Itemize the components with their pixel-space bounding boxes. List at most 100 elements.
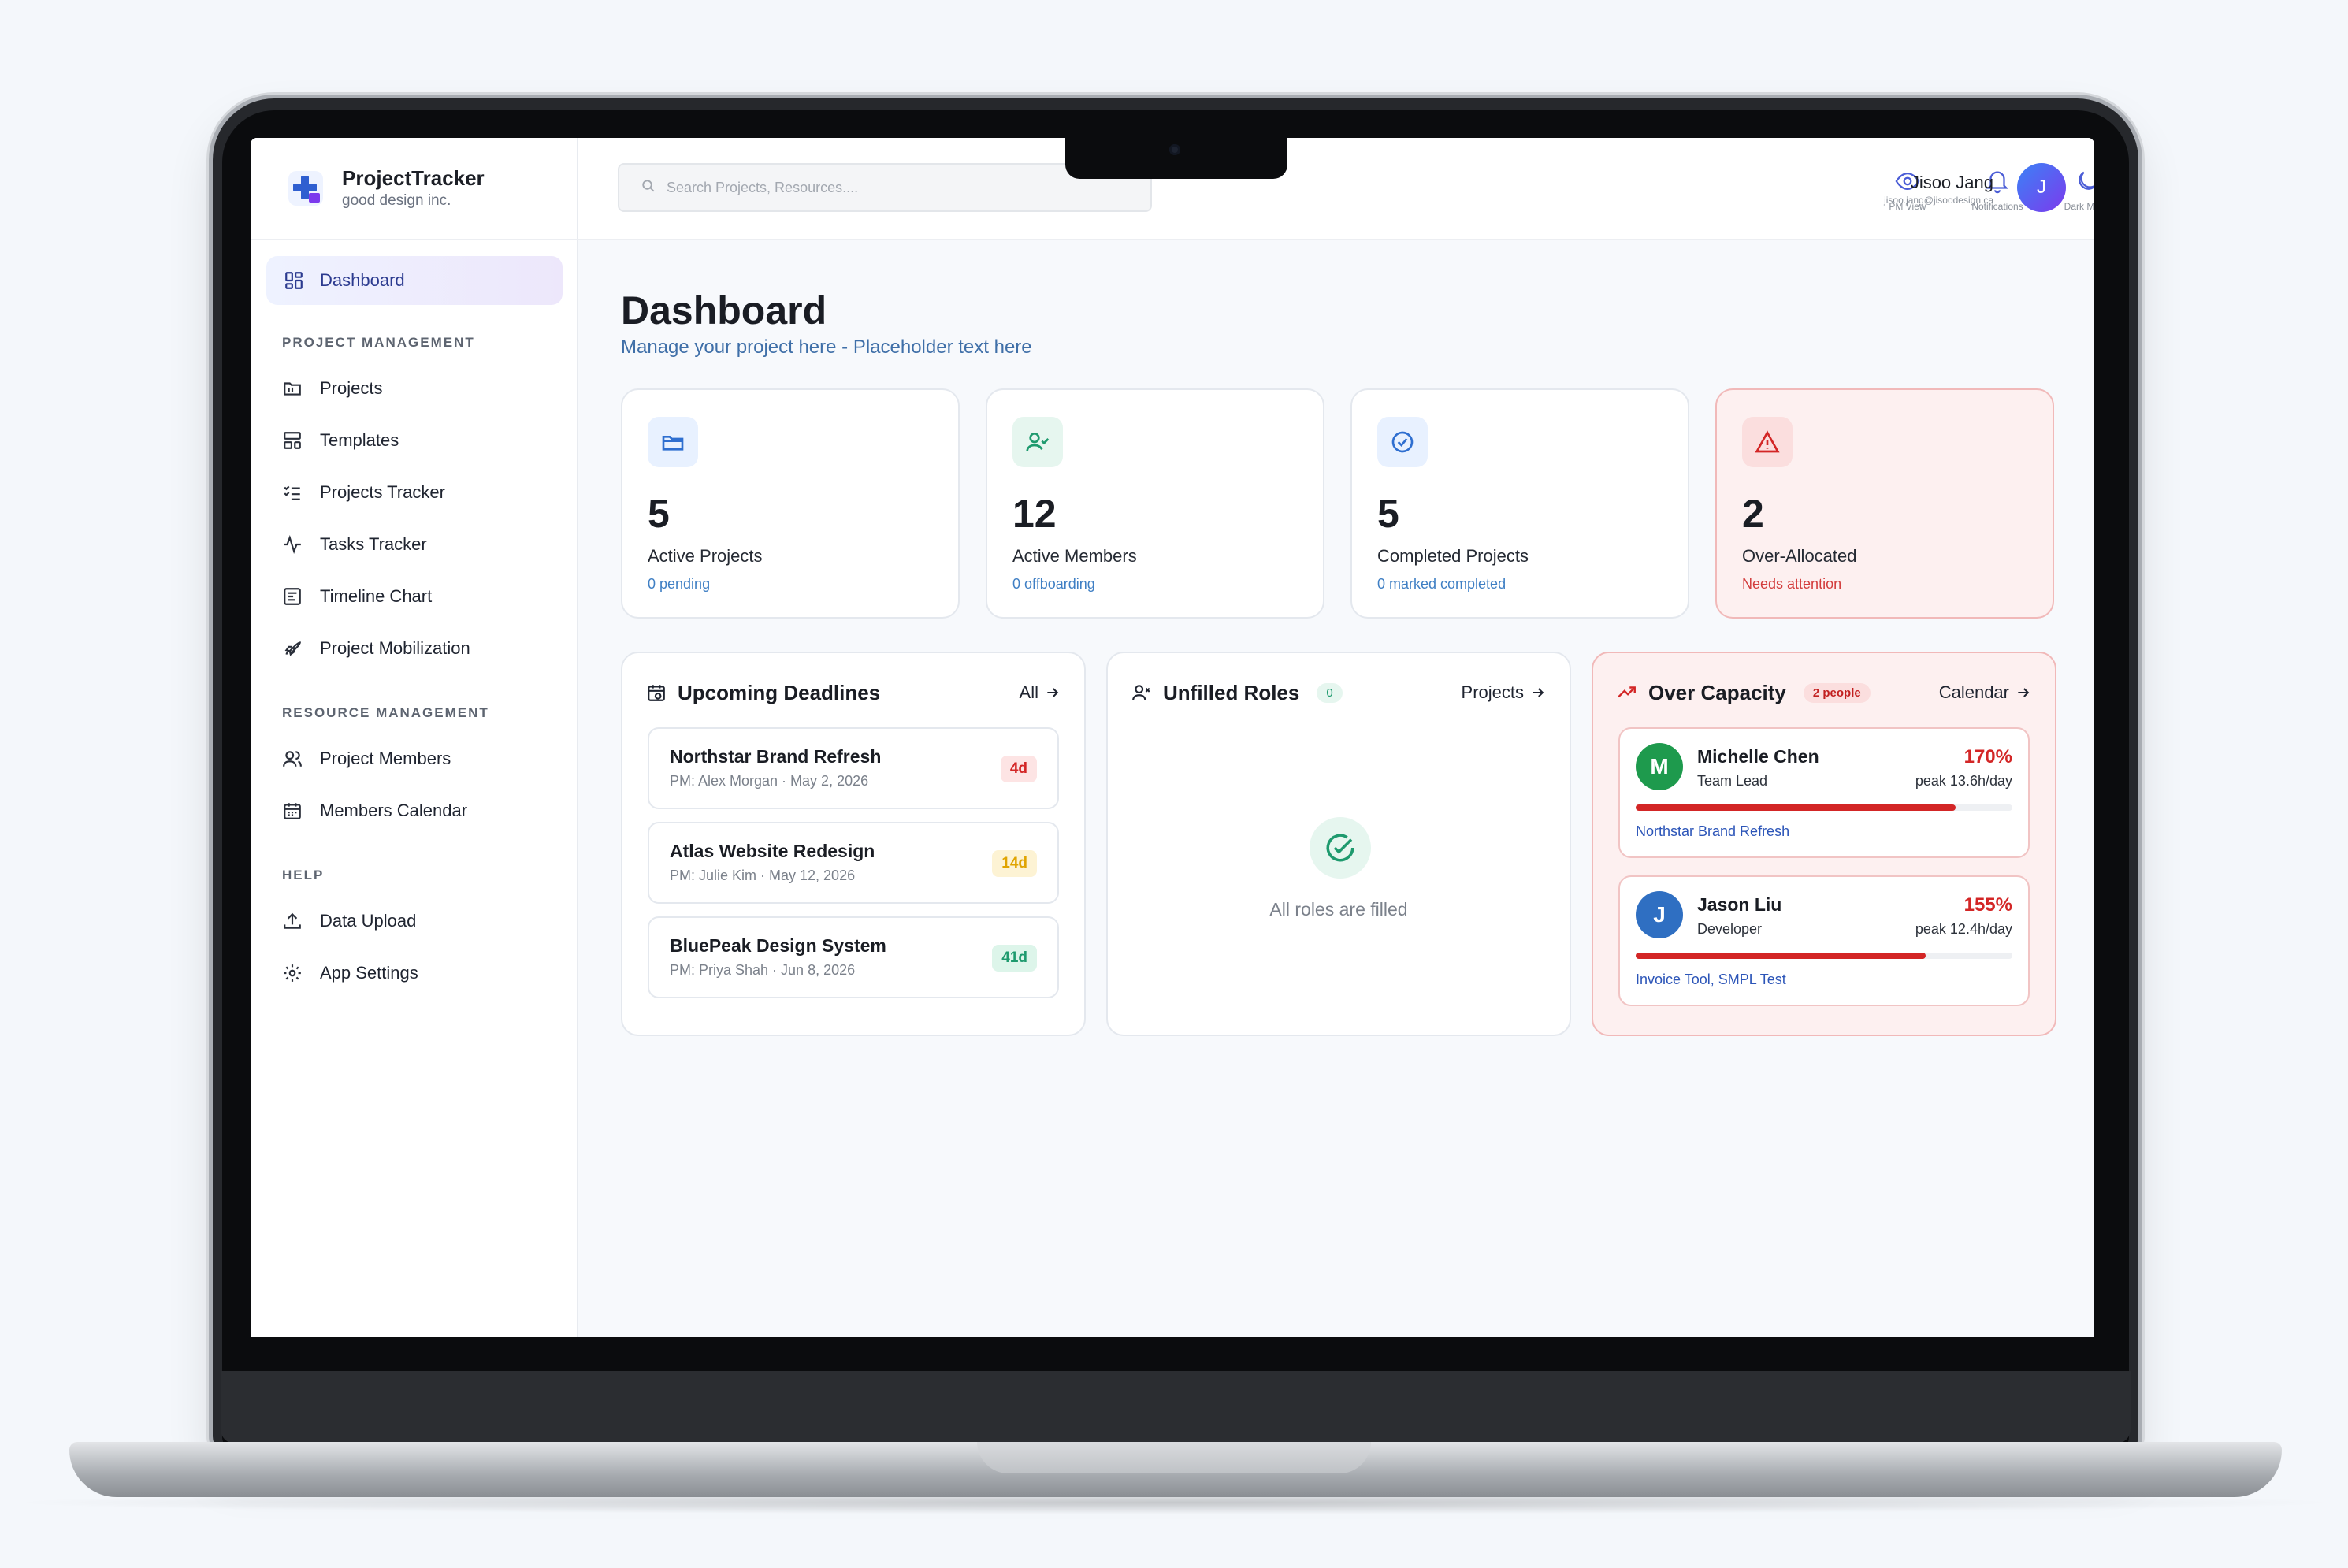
calendar-link[interactable]: Calendar — [1939, 682, 2031, 703]
all-deadlines-link[interactable]: All — [1020, 682, 1061, 703]
sidebar-item-label: Tasks Tracker — [320, 534, 427, 554]
panel-over-capacity: Over Capacity 2 people Calendar M Michel… — [1592, 652, 2056, 1036]
deadline-project-name: Atlas Website Redesign — [670, 841, 875, 861]
stat-card-active-members[interactable]: 12 Active Members 0 offboarding — [986, 388, 1324, 619]
sidebar-item-data-upload[interactable]: Data Upload — [282, 905, 416, 937]
sidebar-item-projects-tracker[interactable]: Projects Tracker — [282, 477, 445, 508]
sidebar-item-label: Members Calendar — [320, 801, 468, 820]
over-capacity-count-badge: 2 people — [1803, 682, 1871, 703]
panel-header: Over Capacity 2 people Calendar — [1617, 677, 2031, 708]
app-name: ProjectTracker — [342, 166, 485, 190]
warning-icon — [1742, 417, 1793, 467]
sidebar-item-dashboard[interactable]: Dashboard — [266, 256, 563, 305]
avatar: M — [1636, 743, 1683, 790]
sidebar-item-label: Project Members — [320, 749, 451, 768]
days-left-badge: 14d — [992, 850, 1037, 877]
capacity-bar-fill — [1636, 804, 1956, 811]
check-circle-icon — [1310, 817, 1371, 879]
capacity-bar — [1636, 804, 2012, 811]
sidebar-item-label: Project Mobilization — [320, 638, 470, 658]
deadline-item[interactable]: Northstar Brand Refresh PM: Alex Morgan … — [648, 727, 1059, 809]
stat-value: 5 — [648, 492, 670, 536]
user-x-icon — [1132, 685, 1150, 700]
person-role: Team Lead — [1697, 773, 1768, 789]
sidebar-item-label: Dashboard — [320, 270, 405, 290]
sidebar-item-timeline-chart[interactable]: Timeline Chart — [282, 581, 432, 612]
stat-value: 2 — [1742, 492, 1764, 536]
sidebar-item-project-mobilization[interactable]: Project Mobilization — [282, 633, 470, 664]
link-label: All — [1019, 682, 1038, 702]
sidebar-item-templates[interactable]: Templates — [282, 425, 399, 456]
sidebar-item-label: Data Upload — [320, 911, 417, 931]
stat-value: 5 — [1377, 492, 1399, 536]
deadline-meta: PM: Julie Kim · May 12, 2026 — [670, 868, 856, 883]
deadline-project-name: BluePeak Design System — [670, 935, 886, 956]
stat-note: 0 offboarding — [1012, 576, 1095, 592]
sidebar-item-tasks-tracker[interactable]: Tasks Tracker — [282, 529, 427, 560]
topbar: PM View Notifications Dark Mode Jisoo Ja… — [578, 138, 2094, 240]
capacity-peak: peak 12.4h/day — [1915, 921, 2012, 937]
user-name: Jisoo Jang — [1910, 173, 1993, 192]
person-projects-link[interactable]: Northstar Brand Refresh — [1636, 823, 1789, 840]
search-input[interactable] — [667, 179, 1108, 196]
projects-link[interactable]: Projects — [1462, 682, 1546, 703]
stat-label: Active Members — [1012, 546, 1137, 566]
sidebar-item-members-calendar[interactable]: Members Calendar — [282, 795, 467, 827]
calendar-icon — [282, 801, 303, 821]
folder-icon — [282, 378, 303, 399]
user-email: jisoo.jang@jisoodesign.ca — [1884, 195, 1993, 206]
page-subtitle: Manage your project here - Placeholder t… — [621, 336, 1032, 358]
user-avatar[interactable]: J — [2017, 163, 2066, 212]
camera-notch — [1065, 138, 1287, 179]
org-name: good design inc. — [342, 192, 451, 209]
dashboard-grid-icon — [284, 270, 304, 291]
brand[interactable]: ProjectTracker good design inc. — [285, 166, 485, 210]
capacity-person-card[interactable]: J Jason Liu Developer 155% peak 12.4h/da… — [1618, 875, 2030, 1006]
dark-mode-label: Dark Mode — [2064, 201, 2094, 212]
deadline-project-name: Northstar Brand Refresh — [670, 746, 882, 767]
arrow-right-icon — [1533, 688, 1544, 697]
stat-note: Needs attention — [1742, 576, 1842, 592]
stat-label: Over-Allocated — [1742, 546, 1857, 566]
panel-title: Upcoming Deadlines — [678, 680, 881, 704]
deadline-item[interactable]: BluePeak Design System PM: Priya Shah · … — [648, 916, 1059, 998]
avatar: J — [1636, 891, 1683, 938]
empty-state-text: All roles are filled — [1269, 899, 1408, 920]
page-title: Dashboard — [621, 288, 827, 333]
stat-card-completed-projects[interactable]: 5 Completed Projects 0 marked completed — [1350, 388, 1689, 619]
timeline-icon — [282, 586, 303, 607]
section-resource-management: RESOURCE MANAGEMENT — [282, 705, 489, 720]
laptop-hinge-notch — [977, 1442, 1371, 1473]
panel-title: Unfilled Roles — [1163, 680, 1300, 704]
capacity-peak: peak 13.6h/day — [1915, 773, 2012, 789]
unfilled-count-badge: 0 — [1317, 682, 1343, 703]
capacity-bar — [1636, 953, 2012, 959]
sidebar-item-label: App Settings — [320, 963, 418, 983]
folder-open-icon — [648, 417, 698, 467]
sidebar-item-label: Projects Tracker — [320, 482, 445, 502]
panel-header: Upcoming Deadlines All — [646, 677, 1061, 708]
stat-value: 12 — [1012, 492, 1057, 536]
stat-note: 0 pending — [648, 576, 711, 592]
upload-icon — [282, 911, 303, 931]
check-circle-icon — [1377, 417, 1428, 467]
stat-card-over-allocated[interactable]: 2 Over-Allocated Needs attention — [1715, 388, 2054, 619]
capacity-person-card[interactable]: M Michelle Chen Team Lead 170% peak 13.6… — [1618, 727, 2030, 858]
user-check-icon — [1012, 417, 1063, 467]
stat-card-active-projects[interactable]: 5 Active Projects 0 pending — [621, 388, 960, 619]
deadline-item[interactable]: Atlas Website Redesign PM: Julie Kim · M… — [648, 822, 1059, 904]
sidebar-item-label: Timeline Chart — [320, 586, 433, 606]
sidebar-item-app-settings[interactable]: App Settings — [282, 957, 418, 989]
sidebar-item-projects[interactable]: Projects — [282, 373, 382, 404]
sidebar-item-label: Templates — [320, 430, 399, 450]
section-project-management: PROJECT MANAGEMENT — [282, 335, 475, 350]
person-role: Developer — [1697, 921, 1763, 937]
sidebar-item-project-members[interactable]: Project Members — [282, 743, 451, 775]
days-left-badge: 41d — [992, 945, 1037, 972]
panel-title: Over Capacity — [1648, 680, 1786, 704]
panel-header: Unfilled Roles 0 Projects — [1131, 677, 1546, 708]
activity-icon — [282, 534, 303, 555]
users-icon — [282, 749, 303, 769]
arrow-right-icon — [1047, 688, 1059, 697]
person-projects-link[interactable]: Invoice Tool, SMPL Test — [1636, 972, 1786, 988]
